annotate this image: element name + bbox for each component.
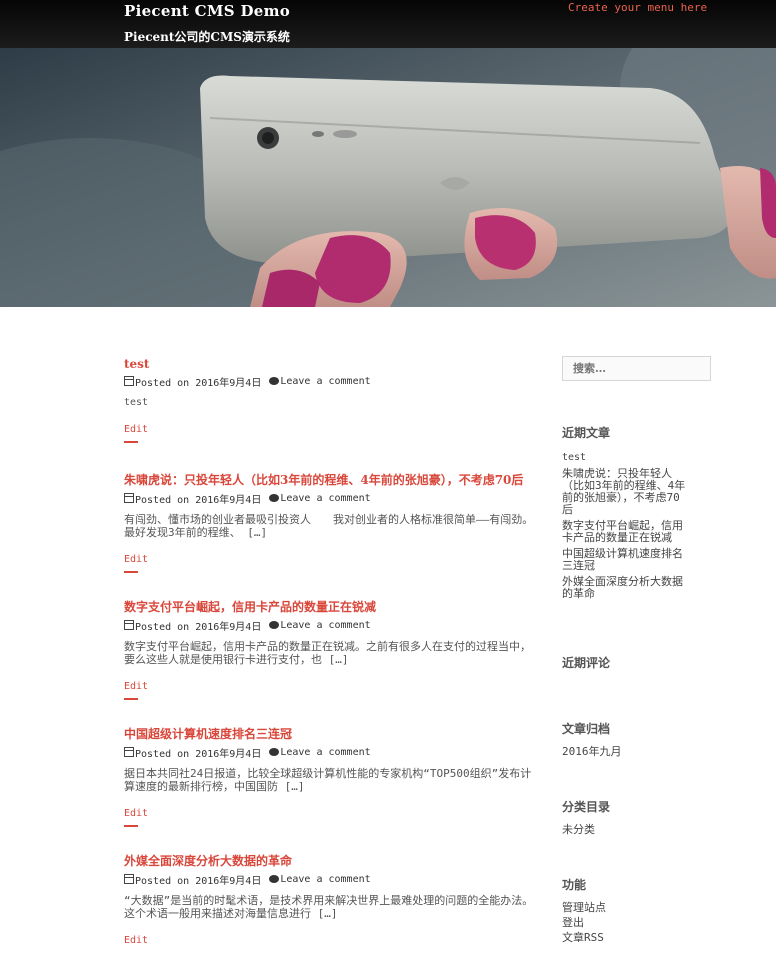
comment-icon [269, 621, 280, 629]
categories-list: 未分类 [562, 824, 687, 840]
post-meta: Posted on 2016年9月4日 Leave a comment [124, 491, 536, 506]
comment-icon [269, 748, 280, 756]
calendar-icon [124, 620, 134, 630]
edit-link[interactable]: Edit [124, 935, 536, 946]
post-article: 数字支付平台崛起，信用卡产品的数量正在锐减 Posted on 2016年9月4… [124, 598, 536, 700]
posted-on-date[interactable]: Posted on 2016年9月4日 [135, 618, 261, 633]
edit-link[interactable]: Edit [124, 554, 536, 565]
calendar-icon [124, 874, 134, 884]
comment-icon [269, 494, 280, 502]
post-title-link[interactable]: 朱啸虎说：只投年轻人（比如3年前的程维、4年前的张旭豪），不考虑70后 [124, 471, 536, 488]
posted-on-date[interactable]: Posted on 2016年9月4日 [135, 872, 261, 887]
post-title-link[interactable]: 中国超级计算机速度排名三连冠 [124, 725, 536, 742]
list-item: test [562, 451, 687, 464]
post-separator [124, 441, 138, 443]
recent-post-link[interactable]: 外媒全面深度分析大数据的革命 [562, 575, 683, 600]
site-admin-link[interactable]: 管理站点 [562, 901, 606, 914]
recent-post-link[interactable]: 数字支付平台崛起，信用卡产品的数量正在锐减 [562, 519, 683, 544]
search-input[interactable] [562, 356, 711, 381]
site-header: Piecent CMS Demo Piecent公司的CMS演示系统 Creat… [0, 0, 776, 48]
edit-link[interactable]: Edit [124, 681, 536, 692]
leave-comment-link[interactable]: Leave a comment [280, 747, 370, 758]
post-title-link[interactable]: 数字支付平台崛起，信用卡产品的数量正在锐减 [124, 598, 536, 615]
posted-on-date[interactable]: Posted on 2016年9月4日 [135, 374, 261, 389]
post-excerpt: “大数据”是当前的时髦术语，是技术界用来解决世界上最难处理的问题的全能办法。这个… [124, 894, 534, 920]
header-image [0, 48, 776, 307]
comment-icon [269, 875, 280, 883]
archives-title: 文章归档 [562, 722, 611, 736]
list-item: 2016年九月 [562, 746, 687, 758]
leave-comment-link[interactable]: Leave a comment [280, 874, 370, 885]
post-title-link[interactable]: 外媒全面深度分析大数据的革命 [124, 852, 536, 869]
recent-posts-list: test 朱啸虎说：只投年轻人（比如3年前的程维、4年前的张旭豪），不考虑70后… [562, 451, 687, 604]
posted-on-date[interactable]: Posted on 2016年9月4日 [135, 491, 261, 506]
list-item: 中国超级计算机速度排名三连冠 [562, 548, 687, 572]
post-article: 外媒全面深度分析大数据的革命 Posted on 2016年9月4日 Leave… [124, 852, 536, 946]
post-separator [124, 698, 138, 700]
categories-title: 分类目录 [562, 800, 611, 814]
leave-comment-link[interactable]: Leave a comment [280, 376, 370, 387]
calendar-icon [124, 376, 134, 386]
post-excerpt: test [124, 397, 149, 408]
post-title-link[interactable]: test [124, 357, 536, 371]
list-item: 文章RSS [562, 932, 687, 944]
site-title[interactable]: Piecent CMS Demo [124, 2, 290, 20]
recent-comments-title: 近期评论 [562, 656, 611, 670]
post-meta: Posted on 2016年9月4日 Leave a comment [124, 618, 536, 633]
category-link[interactable]: 未分类 [562, 823, 595, 836]
post-meta: Posted on 2016年9月4日 Leave a comment [124, 872, 536, 887]
list-item: 管理站点 [562, 902, 687, 914]
logout-link[interactable]: 登出 [562, 916, 584, 929]
meta-list: 管理站点 登出 文章RSS [562, 902, 687, 947]
list-item: 登出 [562, 917, 687, 929]
phone-in-hand-image [0, 48, 776, 307]
list-item: 数字支付平台崛起，信用卡产品的数量正在锐减 [562, 520, 687, 544]
edit-link[interactable]: Edit [124, 424, 536, 435]
leave-comment-link[interactable]: Leave a comment [280, 493, 370, 504]
list-item: 朱啸虎说：只投年轻人（比如3年前的程维、4年前的张旭豪），不考虑70后 [562, 468, 687, 516]
archives-list: 2016年九月 [562, 746, 687, 762]
archive-link[interactable]: 2016年九月 [562, 745, 622, 758]
post-excerpt: 据日本共同社24日报道，比较全球超级计算机性能的专家机构“TOP500组织”发布… [124, 767, 532, 793]
list-item: 外媒全面深度分析大数据的革命 [562, 576, 687, 600]
post-excerpt: 数字支付平台崛起，信用卡产品的数量正在锐减。之前有很多人在支付的过程当中，要么这… [124, 640, 531, 666]
meta-title: 功能 [562, 878, 587, 892]
create-menu-link[interactable]: Create your menu here [568, 1, 707, 14]
site-description: Piecent公司的CMS演示系统 [124, 30, 290, 44]
list-item: 未分类 [562, 824, 687, 836]
calendar-icon [124, 493, 134, 503]
post-separator [124, 571, 138, 573]
recent-post-link[interactable]: 中国超级计算机速度排名三连冠 [562, 547, 683, 572]
posted-on-date[interactable]: Posted on 2016年9月4日 [135, 745, 261, 760]
posts-rss-link[interactable]: 文章RSS [562, 931, 604, 944]
calendar-icon [124, 747, 134, 757]
post-article: 朱啸虎说：只投年轻人（比如3年前的程维、4年前的张旭豪），不考虑70后 Post… [124, 471, 536, 573]
edit-link[interactable]: Edit [124, 808, 536, 819]
leave-comment-link[interactable]: Leave a comment [280, 620, 370, 631]
post-excerpt: 有闯劲、懂市场的创业者最吸引投资人 我对创业者的人格标准很简单——有闯劲。最好发… [124, 513, 534, 539]
post-article: 中国超级计算机速度排名三连冠 Posted on 2016年9月4日 Leave… [124, 725, 536, 827]
comment-icon [269, 377, 280, 385]
post-separator [124, 825, 138, 827]
post-meta: Posted on 2016年9月4日 Leave a comment [124, 374, 536, 389]
post-article: test Posted on 2016年9月4日 Leave a comment… [124, 357, 536, 443]
recent-post-link[interactable]: 朱啸虎说：只投年轻人（比如3年前的程维、4年前的张旭豪），不考虑70后 [562, 467, 685, 516]
recent-post-link[interactable]: test [562, 452, 586, 463]
post-meta: Posted on 2016年9月4日 Leave a comment [124, 745, 536, 760]
recent-posts-title: 近期文章 [562, 426, 611, 440]
